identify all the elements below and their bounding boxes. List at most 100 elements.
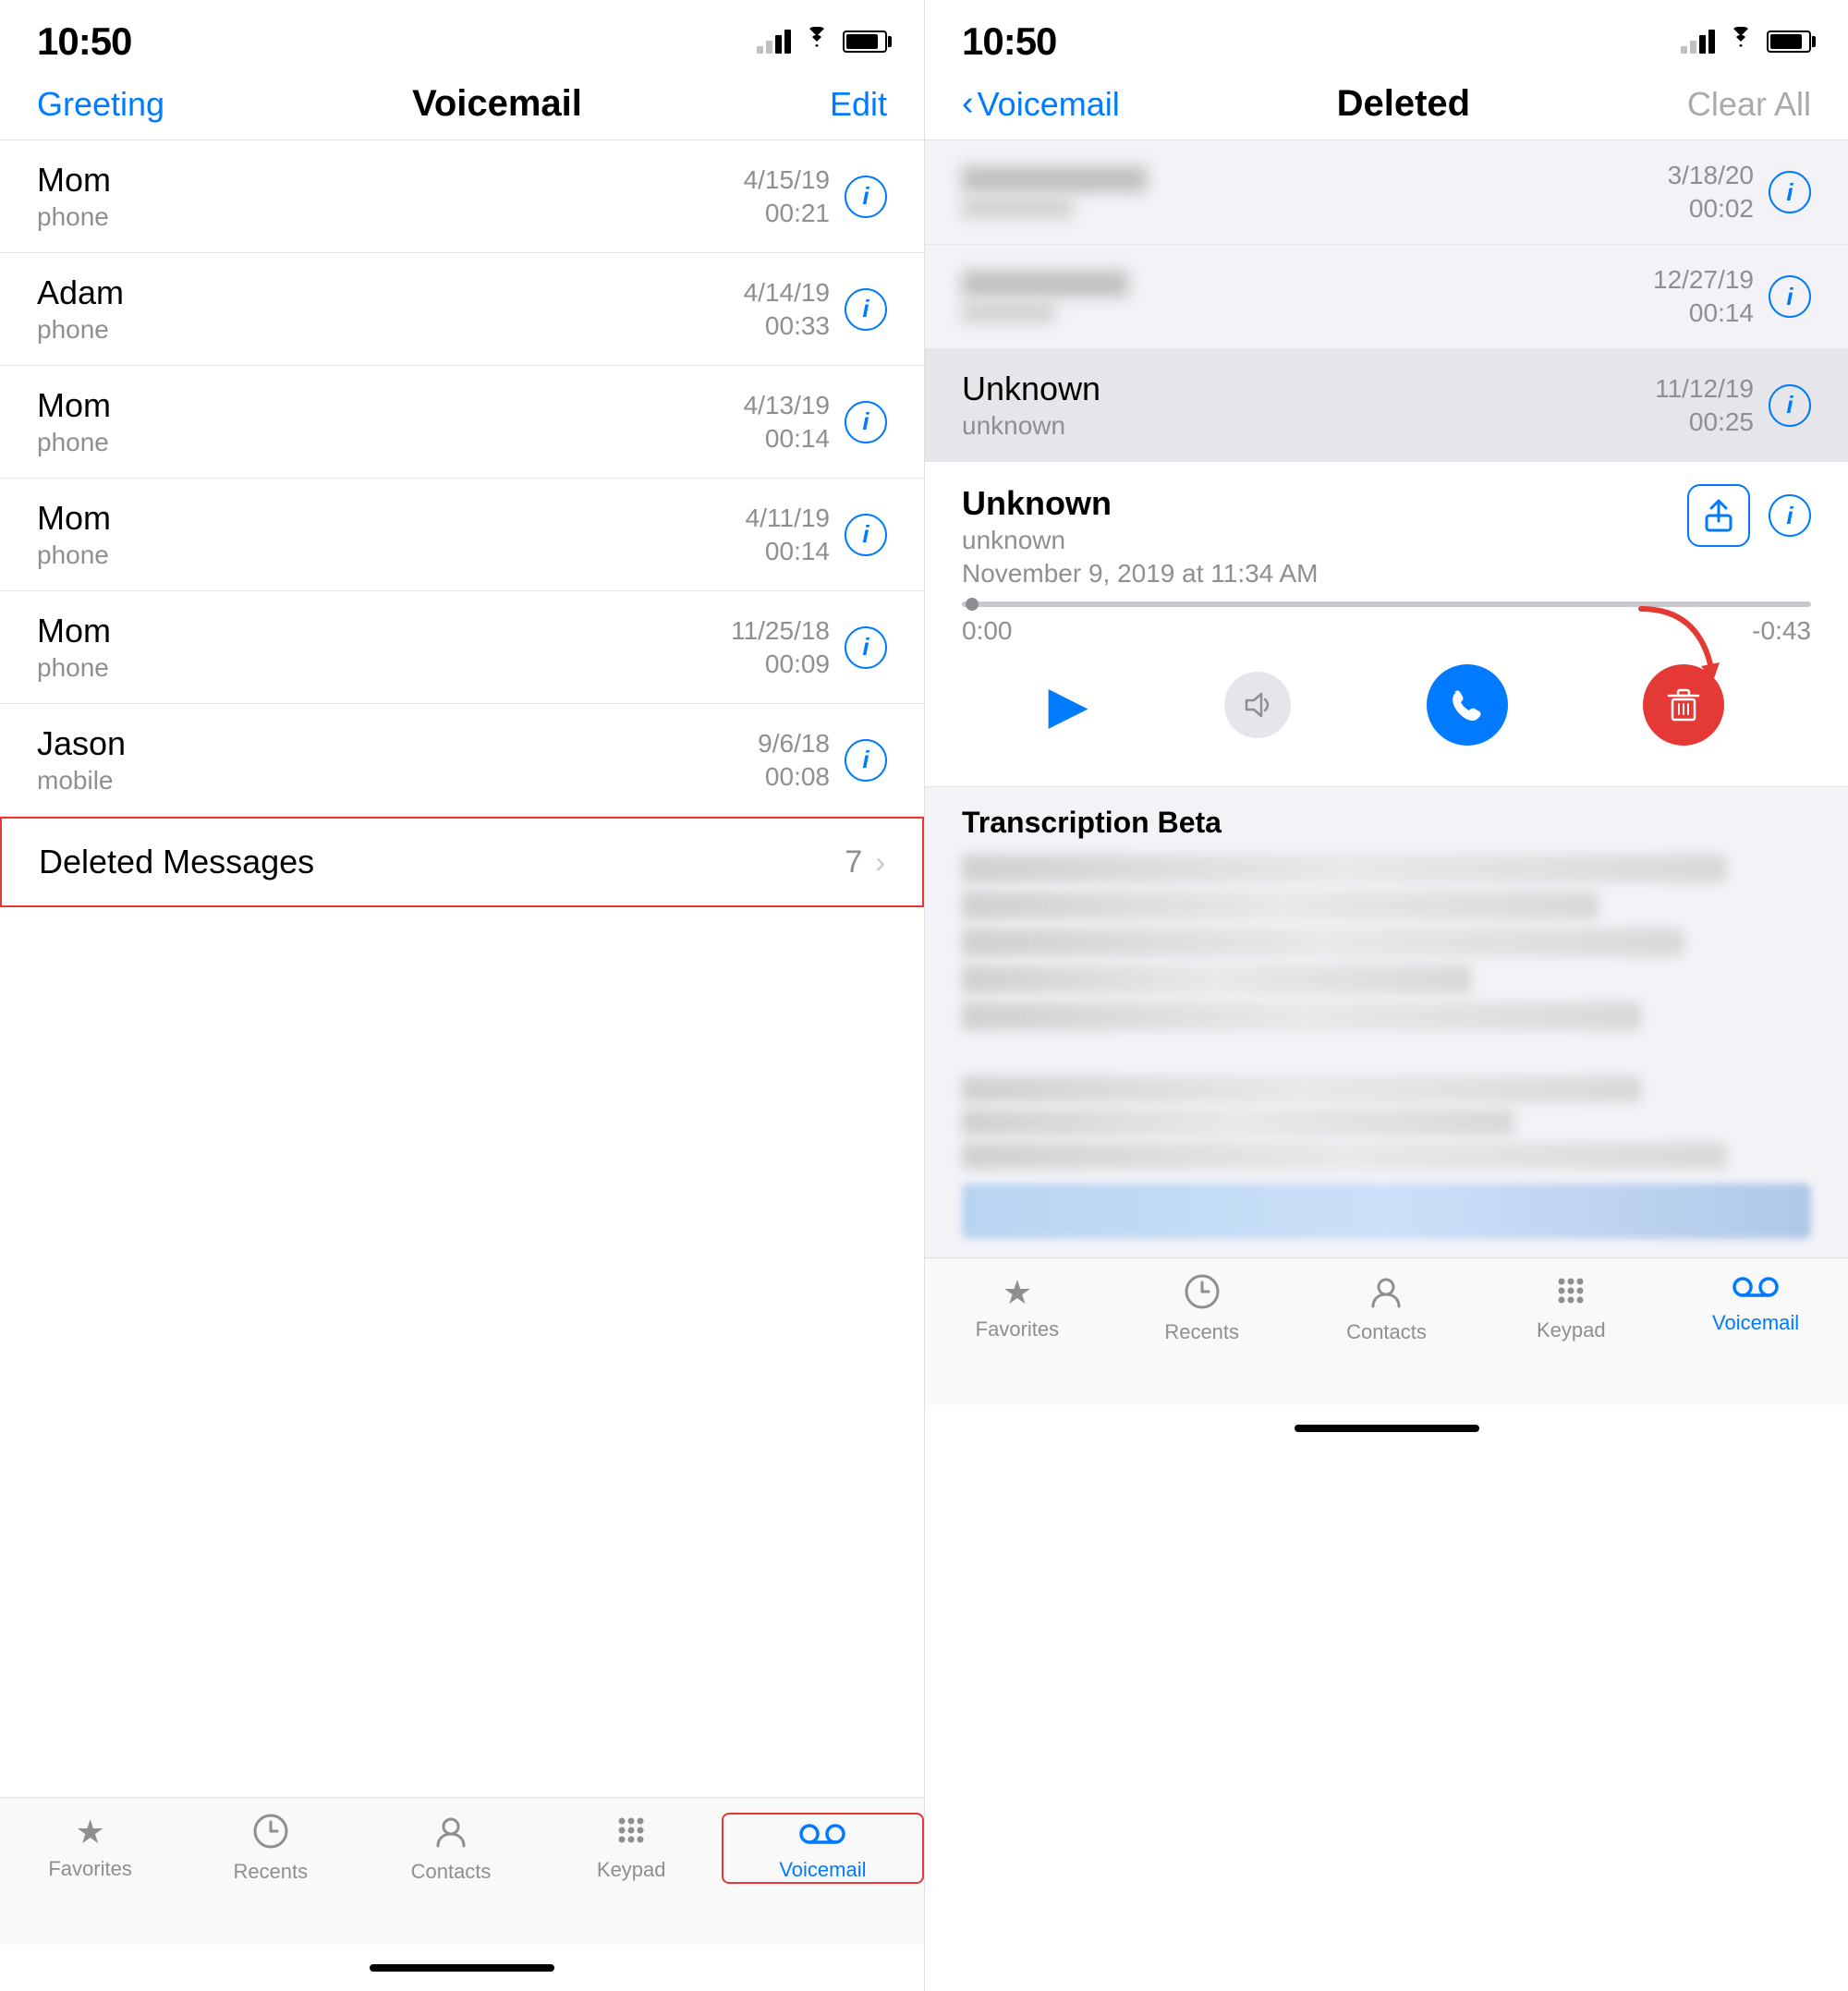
vm-subtext-3: phone (37, 540, 746, 570)
expanded-voicemail: Unknown unknown November 9, 2019 at 11:3… (925, 462, 1848, 787)
tab-contacts-left[interactable]: Contacts (360, 1813, 541, 1884)
tab-voicemail-left[interactable]: Voicemail (722, 1813, 924, 1884)
info-button-3[interactable]: i (845, 514, 887, 556)
info-button-2[interactable]: i (845, 401, 887, 443)
contacts-label-right: Contacts (1346, 1320, 1427, 1344)
status-bar-left: 10:50 (0, 0, 924, 74)
voicemail-item-3[interactable]: Mom phone 4/11/19 00:14 i (0, 479, 924, 591)
vm-date-0: 4/15/19 (744, 165, 830, 195)
vm-subtext-1: phone (37, 315, 744, 345)
progress-bar[interactable] (962, 601, 1811, 607)
deleted-item-1[interactable]: 12/27/19 00:14 i (925, 245, 1848, 349)
deleted-vm-info-1 (962, 271, 1653, 322)
deleted-title: Deleted (1337, 83, 1471, 125)
tab-recents-right[interactable]: Recents (1110, 1273, 1295, 1344)
signal-icon-left (757, 30, 791, 54)
deleted-vm-name-1 (962, 271, 1128, 297)
deleted-info-button-2[interactable]: i (1769, 384, 1811, 427)
favorites-label-right: Favorites (976, 1317, 1059, 1341)
call-back-button[interactable] (1427, 664, 1508, 746)
chevron-right-icon: › (875, 845, 885, 880)
back-button[interactable]: ‹ Voicemail (962, 84, 1120, 124)
home-indicator-left (0, 1945, 924, 1991)
back-label: Voicemail (978, 85, 1120, 124)
deleted-item-2[interactable]: Unknown unknown 11/12/19 00:25 i (925, 349, 1848, 462)
home-bar-left (370, 1964, 554, 1972)
battery-icon-right (1767, 30, 1811, 53)
vm-info-4: Mom phone (37, 612, 731, 683)
voicemail-item-4[interactable]: Mom phone 11/25/18 00:09 i (0, 591, 924, 704)
speaker-button[interactable] (1224, 672, 1291, 738)
vm-meta-1: 4/14/19 00:33 (744, 278, 830, 341)
vm-name-3: Mom (37, 499, 746, 538)
vm-meta-0: 4/15/19 00:21 (744, 165, 830, 228)
vm-meta-3: 4/11/19 00:14 (746, 504, 830, 566)
expanded-info: Unknown unknown November 9, 2019 at 11:3… (962, 484, 1319, 589)
voicemail-item-5[interactable]: Jason mobile 9/6/18 00:08 i (0, 704, 924, 817)
expanded-vm-name: Unknown (962, 484, 1319, 523)
deleted-vm-subtext-0 (962, 198, 1073, 218)
info-button-5[interactable]: i (845, 739, 887, 782)
recents-icon-left (252, 1813, 289, 1854)
contacts-label-left: Contacts (411, 1860, 492, 1884)
play-button[interactable]: ▶ (1048, 674, 1088, 735)
progress-dot (966, 598, 979, 611)
deleted-messages-row[interactable]: Deleted Messages 7 › (0, 817, 924, 907)
status-time-right: 10:50 (962, 19, 1056, 64)
deleted-vm-name-2: Unknown (962, 370, 1655, 408)
edit-button[interactable]: Edit (830, 85, 887, 124)
vm-name-2: Mom (37, 386, 744, 425)
tab-bar-left: ★ Favorites Recents Contacts (0, 1797, 924, 1945)
time-labels: 0:00 -0:43 (962, 616, 1811, 646)
keypad-label-right: Keypad (1537, 1318, 1606, 1342)
vm-meta-5: 9/6/18 00:08 (758, 729, 830, 792)
home-indicator-right (925, 1405, 1848, 1451)
nav-bar-left: Greeting Voicemail Edit (0, 74, 924, 140)
voicemail-list: Mom phone 4/15/19 00:21 i Adam phone 4/1… (0, 140, 924, 1797)
deleted-vm-subtext-1 (962, 302, 1054, 322)
tab-recents-left[interactable]: Recents (180, 1813, 360, 1884)
voicemail-item-1[interactable]: Adam phone 4/14/19 00:33 i (0, 253, 924, 366)
tab-voicemail-right[interactable]: Voicemail (1663, 1273, 1848, 1335)
deleted-vm-duration-1: 00:14 (1689, 298, 1754, 328)
tab-keypad-right[interactable]: Keypad (1478, 1273, 1663, 1342)
deleted-vm-meta-0: 3/18/20 00:02 (1668, 161, 1754, 224)
info-button-4[interactable]: i (845, 626, 887, 669)
voicemail-icon-left (799, 1820, 845, 1852)
delete-voicemail-button[interactable] (1643, 664, 1724, 746)
deleted-item-0[interactable]: 3/18/20 00:02 i (925, 140, 1848, 245)
nav-bar-right: ‹ Voicemail Deleted Clear All (925, 74, 1848, 140)
greeting-button[interactable]: Greeting (37, 85, 164, 124)
audio-player: 0:00 -0:43 ▶ (962, 601, 1811, 746)
clear-all-button[interactable]: Clear All (1687, 85, 1811, 124)
voicemail-item-0[interactable]: Mom phone 4/15/19 00:21 i (0, 140, 924, 253)
deleted-vm-meta-2: 11/12/19 00:25 (1655, 374, 1754, 437)
tab-contacts-right[interactable]: Contacts (1295, 1273, 1479, 1344)
tab-favorites-right[interactable]: ★ Favorites (925, 1273, 1110, 1341)
deleted-vm-date-1: 12/27/19 (1653, 265, 1754, 295)
expanded-info-button[interactable]: i (1769, 494, 1811, 537)
vm-subtext-5: mobile (37, 766, 758, 795)
deleted-info-button-1[interactable]: i (1769, 275, 1811, 318)
time-start: 0:00 (962, 616, 1013, 646)
share-button[interactable] (1687, 484, 1750, 547)
voicemail-item-2[interactable]: Mom phone 4/13/19 00:14 i (0, 366, 924, 479)
vm-date-1: 4/14/19 (744, 278, 830, 308)
info-button-0[interactable]: i (845, 176, 887, 218)
deleted-vm-date-0: 3/18/20 (1668, 161, 1754, 190)
tab-favorites-left[interactable]: ★ Favorites (0, 1813, 180, 1881)
info-button-1[interactable]: i (845, 288, 887, 331)
playback-controls: ▶ (962, 664, 1811, 746)
contacts-icon-right (1368, 1273, 1404, 1315)
vm-date-2: 4/13/19 (744, 391, 830, 420)
vm-info-5: Jason mobile (37, 724, 758, 795)
status-icons-left (757, 27, 887, 57)
status-time-left: 10:50 (37, 19, 131, 64)
deleted-info-button-0[interactable]: i (1769, 171, 1811, 213)
transcription-section: Transcription Beta (925, 787, 1848, 1058)
tab-keypad-left[interactable]: Keypad (541, 1813, 722, 1882)
extra-blurred-content (925, 1058, 1848, 1257)
vm-duration-4: 00:09 (765, 650, 830, 679)
favorites-icon-left: ★ (75, 1813, 104, 1851)
vm-duration-1: 00:33 (765, 311, 830, 341)
